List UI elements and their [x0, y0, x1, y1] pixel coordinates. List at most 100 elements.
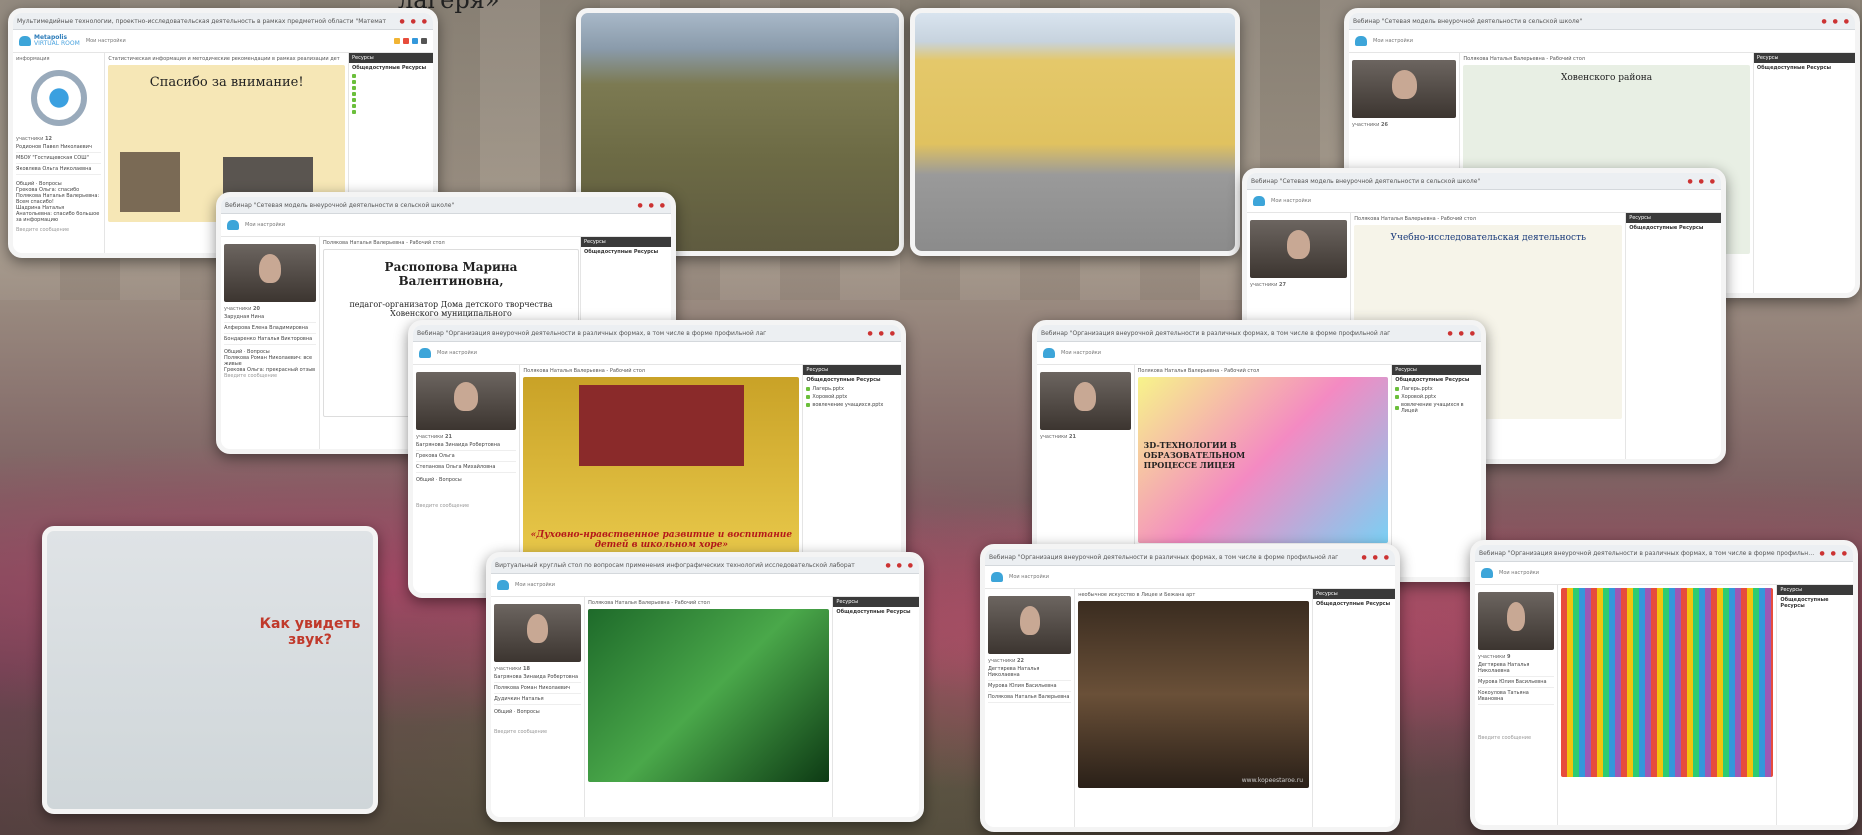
settings-link[interactable]: Мои настройки	[1373, 38, 1413, 44]
settings-link[interactable]: Мои настройки	[1499, 570, 1539, 576]
slide: www.kopeestaroe.ru	[1078, 601, 1309, 789]
participant-item[interactable]: Бондаренко Наталья Викторовна	[224, 334, 316, 345]
chat-line: Шадрина Наталья Анатольевна: спасибо бол…	[16, 205, 100, 223]
photo-building-children	[910, 8, 1240, 256]
resources-panel: Ресурсы Общедоступные Ресурсы	[1625, 213, 1721, 459]
participant-item[interactable]: МБОУ "Гостищевская СОШ"	[16, 153, 102, 164]
browser-tab-bar: Вебинар "Организация внеурочной деятельн…	[1475, 545, 1853, 562]
slide-subtext: педагог-организатор Дома детского творче…	[349, 300, 553, 318]
slide-text: Как увидеть звук?	[259, 616, 361, 648]
settings-link[interactable]: Мои настройки	[1271, 198, 1311, 204]
webinar-screenshot-pencils: Вебинар "Организация внеурочной деятельн…	[1470, 540, 1858, 830]
resource-item[interactable]: Лагерь.pptx	[803, 385, 901, 393]
metapolis-logo: Metapolis VIRTUAL ROOM	[19, 35, 80, 47]
slide: «Духовно-нравственное развитие и воспита…	[523, 377, 800, 557]
left-panel: участники 18 Багрянова Зинаида Робертовн…	[491, 597, 586, 817]
presentation-title: Статистическая информация и методические…	[108, 56, 340, 62]
metapolis-logo	[1355, 36, 1367, 46]
settings-link[interactable]: Мои настройки	[1061, 350, 1101, 356]
photo-screen-sound: Как увидеть звук?	[42, 526, 378, 814]
participant-item[interactable]: Алферова Елена Владимировна	[224, 323, 316, 334]
resource-item[interactable]: вовлечение учащихся в Лицей	[1392, 401, 1481, 415]
browser-tab-bar: Вебинар "Организация внеурочной деятельн…	[413, 325, 901, 342]
presentation-area: необычное искусство в Лицее и Бежана арт…	[1075, 589, 1312, 827]
chat-line: Полякова Наталья Валерьевна: Всем спасиб…	[16, 193, 100, 205]
settings-link[interactable]: Мои настройки	[437, 350, 477, 356]
slide-photo	[120, 151, 181, 212]
participant-item[interactable]: Полякова Наталья Валерьевна	[988, 692, 1072, 703]
chat-tab-questions[interactable]: Вопросы	[517, 709, 540, 715]
app-header: Metapolis VIRTUAL ROOM Мои настройки	[13, 30, 433, 53]
settings-link[interactable]: Мои настройки	[86, 38, 126, 44]
browser-tab-bar: Вебинар "Организация внеурочной деятельн…	[985, 549, 1395, 566]
left-panel: участники 22 Дегтярева Наталья Николаевн…	[985, 589, 1076, 827]
chat-tab-questions[interactable]: Вопросы	[439, 477, 462, 483]
settings-link[interactable]: Мои настройки	[245, 222, 285, 228]
info-label: информация	[16, 56, 50, 62]
webcam-video	[224, 244, 316, 302]
slide	[1561, 588, 1774, 777]
left-panel: информация участники 12 Родионов Павел Н…	[13, 53, 106, 253]
webinar-screenshot-art: Вебинар "Организация внеурочной деятельн…	[980, 544, 1400, 832]
participant-item[interactable]: Багрянова Зинаида Робертовна	[416, 440, 517, 451]
resource-item[interactable]: Хоровой.pptx	[1392, 393, 1481, 401]
browser-tab[interactable]: Мультимедийные технологии, проектно-иссл…	[17, 18, 395, 25]
resources-header: Ресурсы	[349, 53, 433, 63]
shared-desktop	[588, 609, 830, 782]
metapolis-logo	[1253, 196, 1265, 206]
resource-item[interactable]: Лагерь.pptx	[1392, 385, 1481, 393]
browser-tab-bar: Вебинар "Сетевая модель внеурочной деяте…	[1349, 13, 1855, 30]
participant-item[interactable]: Степанова Ольга Михайловна	[416, 462, 517, 473]
resources-panel: Ресурсы Общедоступные Ресурсы	[1752, 53, 1855, 293]
slide-text: «Духовно-нравственное развитие и воспита…	[530, 530, 793, 551]
webcam-video	[416, 372, 517, 430]
participant-item[interactable]: Багрянова Зинаида Робертовна	[494, 672, 582, 683]
chat-input[interactable]: Введите сообщение	[1478, 735, 1554, 741]
settings-link[interactable]: Мои настройки	[1009, 574, 1049, 580]
webcam-video	[988, 596, 1072, 654]
slide-text: Ховенского района	[1560, 73, 1653, 83]
resources-panel: Ресурсы Общедоступные Ресурсы	[832, 597, 919, 817]
presentation-area	[1558, 585, 1776, 825]
resources-public: Общедоступные Ресурсы	[352, 65, 427, 71]
participant-item[interactable]: Мурова Юлия Васильевна	[988, 681, 1072, 692]
settings-link[interactable]: Мои настройки	[515, 582, 555, 588]
webcam-video	[1040, 372, 1131, 430]
resources-panel: Ресурсы Общедоступные Ресурсы	[1776, 585, 1853, 825]
metapolis-logo	[1043, 348, 1055, 358]
participant-item[interactable]: Дудичкин Наталья	[494, 694, 582, 705]
metapolis-logo	[1481, 568, 1493, 578]
participant-item[interactable]: Мурова Юлия Васильевна	[1478, 677, 1555, 688]
webcam-video	[1478, 592, 1555, 650]
resources-panel: Ресурсы Общедоступные Ресурсы Лагерь.pptx…	[1391, 365, 1481, 577]
participant-item[interactable]: Полякова Роман Николаевич	[494, 683, 582, 694]
webinar-screenshot-3d: Вебинар "Организация внеурочной деятельн…	[1032, 320, 1486, 582]
chat-input[interactable]: Введите сообщение	[224, 373, 316, 379]
resource-item[interactable]: Хоровой.pptx	[803, 393, 901, 401]
resource-item[interactable]: вовлечение учащихся.pptx	[803, 401, 901, 409]
webinar-screenshot-roundtable: Виртуальный круглый стол по вопросам при…	[486, 552, 924, 822]
participant-item[interactable]: Зарудная Нина	[224, 312, 316, 323]
chat-tab-general[interactable]: Общий	[494, 709, 512, 715]
chat-tab-general[interactable]: Общий	[416, 477, 434, 483]
participant-item[interactable]: Грекова Ольга	[416, 451, 517, 462]
webcam-video	[1250, 220, 1348, 278]
participant-item[interactable]: Дегтярева Наталья Николаевна	[988, 664, 1072, 681]
participant-item[interactable]: Кокоулова Татьяна Ивановна	[1478, 688, 1555, 705]
participants-list: Родионов Павел Николаевич МБОУ "Гостищев…	[16, 142, 102, 175]
chat-input[interactable]: Введите сообщение	[416, 503, 516, 509]
header-icons	[394, 38, 427, 44]
slide-photo	[578, 385, 745, 466]
participant-item[interactable]: Яковлева Ольга Николаевна	[16, 164, 102, 175]
slide: 3D-ТЕХНОЛОГИИ В ОБРАЗОВАТЕЛЬНОМ ПРОЦЕССЕ…	[1137, 377, 1389, 544]
participant-item[interactable]: Дегтярева Наталья Николаевна	[1478, 660, 1555, 677]
webcam-icon	[30, 70, 87, 126]
browser-tab-bar: Вебинар "Сетевая модель внеурочной деяте…	[221, 197, 671, 214]
left-panel: участники 20 Зарудная Нина Алферова Елена…	[221, 237, 320, 449]
chat-input[interactable]: Введите сообщение	[16, 227, 101, 233]
chat-input[interactable]: Введите сообщение	[494, 729, 581, 735]
resource-item[interactable]	[349, 109, 433, 115]
browser-tab-bar: Виртуальный круглый стол по вопросам при…	[491, 557, 919, 574]
metapolis-logo	[991, 572, 1003, 582]
participant-item[interactable]: Родионов Павел Николаевич	[16, 142, 102, 153]
